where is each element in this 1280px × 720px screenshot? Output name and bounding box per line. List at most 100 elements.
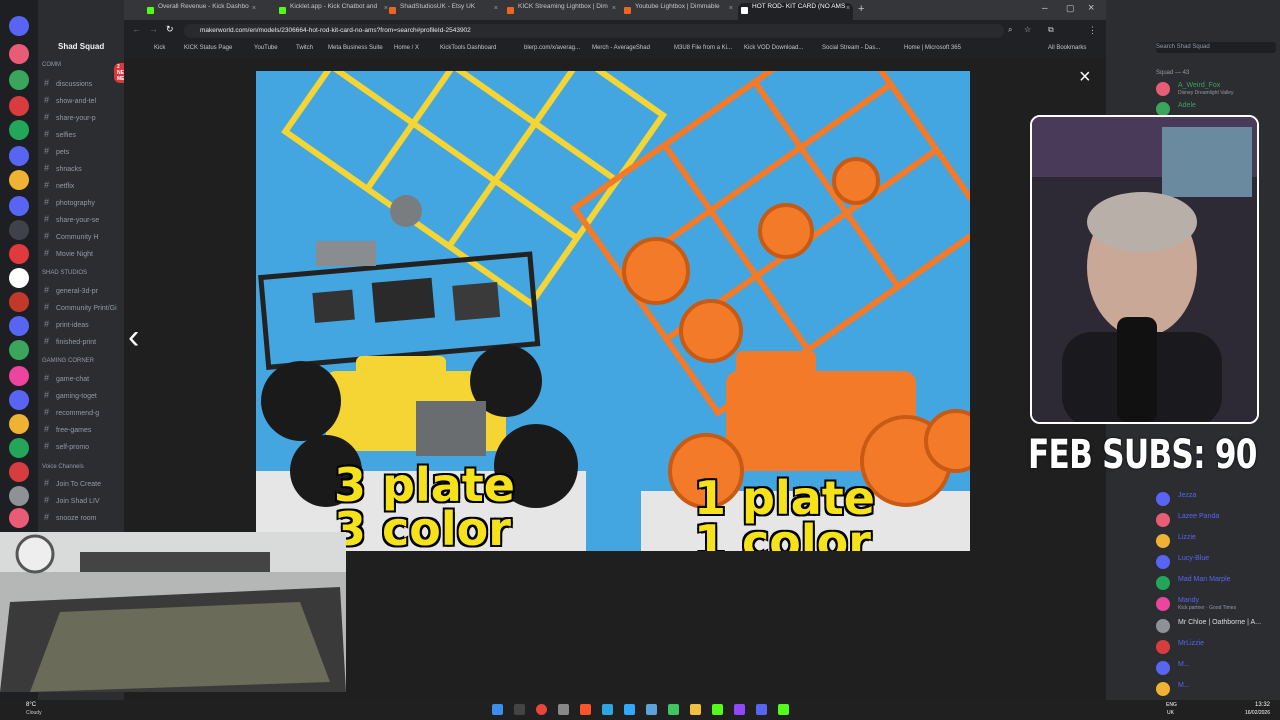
member-item[interactable]: Mandy Kick partner · Good Times [1156, 595, 1280, 613]
clock-time[interactable]: 13:32 [1240, 702, 1270, 708]
channel-item[interactable]: # shnacks [44, 163, 124, 177]
channel-item[interactable]: # finished-print [44, 336, 124, 350]
search-input[interactable]: Search Shad Squad [1156, 42, 1276, 53]
maximize-icon[interactable]: ▢ [1066, 3, 1075, 14]
app-icon[interactable] [668, 704, 679, 715]
server-icon[interactable] [9, 146, 29, 166]
channel-item[interactable]: # Join Shad LIV [44, 495, 124, 509]
channel-item[interactable]: # Community Print/Gi [44, 302, 124, 316]
channel-item[interactable]: # snooze room [44, 512, 124, 526]
channel-category[interactable]: Voice Channels [42, 464, 84, 470]
server-icon[interactable] [9, 316, 29, 336]
browser-tab[interactable]: HOT ROD- KIT CARD (NO AMS × [738, 3, 853, 20]
server-icon[interactable] [9, 292, 29, 312]
channel-item[interactable]: # selfies [44, 129, 124, 143]
minimize-icon[interactable]: – [1042, 3, 1048, 14]
app-icon[interactable] [646, 704, 657, 715]
bookmark-item[interactable]: Home | Microsoft 365 [904, 45, 961, 51]
channel-item[interactable]: # discussions [44, 78, 124, 92]
bookmark-item[interactable]: Home / X [394, 45, 419, 51]
member-item[interactable]: Lazee Panda [1156, 511, 1280, 529]
channel-category[interactable]: COMM [42, 62, 61, 68]
search-icon[interactable] [514, 704, 525, 715]
new-tab-icon[interactable]: + [858, 3, 864, 15]
back-icon[interactable]: ← [132, 24, 141, 34]
channel-item[interactable]: # free-games [44, 424, 124, 438]
bookmark-item[interactable]: All Bookmarks [1048, 45, 1086, 51]
app-icon[interactable] [602, 704, 613, 715]
server-icon[interactable] [9, 196, 29, 216]
channel-item[interactable]: # self-promo [44, 441, 124, 455]
channel-item[interactable]: # pets [44, 146, 124, 160]
server-icon[interactable] [9, 486, 29, 506]
server-icon[interactable] [9, 390, 29, 410]
app-icon[interactable] [558, 704, 569, 715]
server-icon[interactable] [9, 268, 29, 288]
bookmark-item[interactable]: KICK Status Page [184, 45, 232, 51]
channel-item[interactable]: # Community H [44, 231, 124, 245]
channel-item[interactable]: # gaming-toget [44, 390, 124, 404]
channel-item[interactable]: # game-chat [44, 373, 124, 387]
bookmark-item[interactable]: Merch - AverageShad [592, 45, 650, 51]
zoom-icon[interactable]: ⌕ [1008, 25, 1012, 35]
start-icon[interactable] [492, 704, 503, 715]
server-icon[interactable] [9, 244, 29, 264]
server-icon[interactable] [9, 366, 29, 386]
member-item[interactable]: M... [1156, 680, 1280, 698]
member-item[interactable]: Mad Man Marple [1156, 574, 1280, 592]
extensions-icon[interactable]: ⧉ [1048, 25, 1054, 35]
channel-item[interactable]: # share-your-se [44, 214, 124, 228]
discord-home-icon[interactable] [9, 16, 29, 36]
tab-close-icon[interactable]: × [252, 5, 256, 12]
server-name[interactable]: Shad Squad [58, 42, 104, 51]
channel-item[interactable]: # show-and-tel [44, 95, 124, 109]
server-icon[interactable] [9, 70, 29, 90]
discord-icon[interactable] [756, 704, 767, 715]
member-item[interactable]: A_Weird_Fox Disney Dreamlight Valley [1156, 80, 1280, 98]
bookmark-item[interactable]: Kick [154, 45, 165, 51]
star-icon[interactable]: ☆ [1024, 25, 1031, 34]
channel-category[interactable]: GAMING CORNER [42, 358, 94, 364]
channel-item[interactable]: # recommend-g [44, 407, 124, 421]
member-item[interactable]: MrLizzie [1156, 638, 1280, 656]
weather-temp[interactable]: 8°C [26, 702, 36, 708]
bookmark-item[interactable]: Meta Business Suite [328, 45, 383, 51]
server-icon[interactable] [9, 438, 29, 458]
channel-item[interactable]: # Movie Night [44, 248, 124, 262]
reload-icon[interactable]: ↻ [166, 24, 174, 35]
bookmark-item[interactable]: Twitch [296, 45, 313, 51]
bookmark-item[interactable]: Social Stream - Das... [822, 45, 880, 51]
language[interactable]: ENG [1166, 702, 1177, 708]
folder-icon[interactable] [690, 704, 701, 715]
member-item[interactable]: Jezza [1156, 490, 1280, 508]
tab-close-icon[interactable]: × [729, 5, 733, 12]
browser-tab[interactable]: Youtube Lightbox | Dimmable × [621, 3, 736, 20]
browser-tab[interactable]: Overall Revenue - Kick Dashbo × [144, 3, 259, 20]
browser-tab[interactable]: Kicklet.app - Kick Chatbot and × [276, 3, 391, 20]
channel-category[interactable]: SHAD STUDIOS [42, 270, 87, 276]
member-item[interactable]: M... [1156, 659, 1280, 677]
forward-icon[interactable]: → [149, 24, 158, 34]
app-icon[interactable] [624, 704, 635, 715]
server-icon[interactable] [9, 220, 29, 240]
tab-close-icon[interactable]: × [494, 5, 498, 12]
lightbox-close-icon[interactable]: × [1079, 66, 1091, 89]
tab-close-icon[interactable]: × [846, 5, 850, 12]
tab-close-icon[interactable]: × [612, 5, 616, 12]
chrome-icon[interactable] [536, 704, 547, 715]
channel-item[interactable]: # print-ideas [44, 319, 124, 333]
member-item[interactable]: Lizzie [1156, 532, 1280, 550]
server-icon[interactable] [9, 96, 29, 116]
channel-item[interactable]: # netflix [44, 180, 124, 194]
window-close-icon[interactable]: × [1088, 2, 1094, 14]
browser-tab[interactable]: ShadStudiosUK - Etsy UK × [386, 3, 501, 20]
bookmark-item[interactable]: Kick VOD Download... [744, 45, 803, 51]
channel-item[interactable]: # Join To Create [44, 478, 124, 492]
menu-icon[interactable]: ⋮ [1088, 25, 1097, 36]
server-icon[interactable] [9, 120, 29, 140]
app-icon[interactable] [580, 704, 591, 715]
server-icon[interactable] [9, 44, 29, 64]
lightbox-prev-icon[interactable]: ‹ [128, 318, 139, 357]
server-icon[interactable] [9, 170, 29, 190]
server-icon[interactable] [9, 340, 29, 360]
